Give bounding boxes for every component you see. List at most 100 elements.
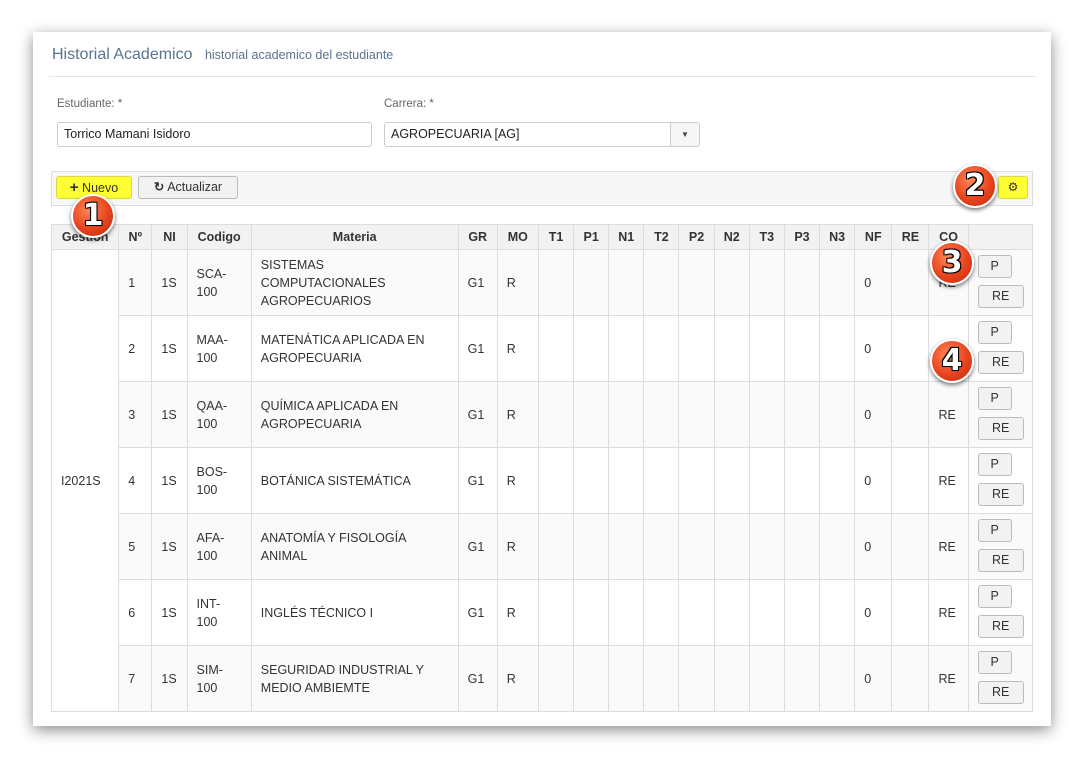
col-codigo[interactable]: Codigo [186,224,252,250]
cell-codigo: AFA- 100 [186,513,252,580]
callout-2: 2 [953,164,997,208]
col-n[interactable]: Nº [118,224,153,250]
cell-grade [573,447,610,514]
cell-grade [608,513,645,580]
cell-grade [608,315,645,382]
cell-nf: 0 [854,381,893,448]
cell-grade [537,249,575,316]
toolbar: + Nuevo ↻ Actualizar ⚙ [51,171,1033,206]
cell-grade [608,381,645,448]
callout-3: 3 [930,241,974,285]
cell-n: 7 [118,645,153,712]
student-label: Estudiante: * [57,98,123,110]
re-button[interactable]: RE [977,417,1024,440]
col-re[interactable]: RE [891,224,930,250]
cell-grade [678,447,715,514]
cell-co: RE [928,513,969,580]
p-button[interactable]: P [977,255,1012,278]
cell-grade [713,645,750,712]
cell-grade [608,645,645,712]
cell-mo: R [496,315,539,382]
p-button[interactable]: P [977,519,1012,542]
cell-grade [819,513,856,580]
cell-grade [537,381,575,448]
cell-grade [678,579,715,646]
table-row: 7 1S SIM- 100 SEGURIDAD INDUSTRIAL Y MEDIO … [52,645,1034,712]
col-n2[interactable]: N2 [713,224,750,250]
re-button[interactable]: RE [977,681,1024,704]
cell-mo: R [496,249,539,316]
cell-actions: P RE [967,513,1034,580]
p-button[interactable]: P [977,387,1012,410]
col-t3[interactable]: T3 [748,224,785,250]
p-button[interactable]: P [977,585,1012,608]
cell-grade [783,579,821,646]
cell-ni: 1S [151,513,188,580]
panel-header: Historial Academico historial academico … [52,46,393,64]
cell-ni: 1S [151,315,188,382]
cell-grade [643,513,680,580]
col-t1[interactable]: T1 [537,224,575,250]
p-button[interactable]: P [977,321,1012,344]
gear-icon: ⚙ [1007,180,1019,194]
cell-grade [819,315,856,382]
col-p3[interactable]: P3 [783,224,821,250]
cell-grade [783,315,821,382]
re-button[interactable]: RE [977,285,1024,308]
re-button[interactable]: RE [977,615,1024,638]
cell-co: RE [928,381,969,448]
re-button[interactable]: RE [977,549,1024,572]
cell-grade [608,447,645,514]
cell-gr: G1 [457,315,498,382]
cell-re [891,645,930,712]
cell-grade [748,249,785,316]
cell-grade [608,249,645,316]
re-button[interactable]: RE [977,483,1024,506]
p-button[interactable]: P [977,651,1012,674]
table-row: 4 1S BOS- 100 BOTÁNICA SISTEMÁTICA G1 R 0 RE P … [52,447,1034,514]
cell-grade [537,447,575,514]
career-selected-value: AGROPECUARIA [AG] [391,127,520,141]
table-row: 2 1S MAA- 100 MATENÁTICA APLICADA EN AGROPE… [52,315,1034,382]
col-n3[interactable]: N3 [819,224,856,250]
col-ni[interactable]: NI [151,224,188,250]
chevron-down-icon[interactable]: ▼ [670,123,699,146]
cell-grade [573,381,610,448]
callout-4: 4 [930,339,974,383]
cell-codigo: INT- 100 [186,579,252,646]
cell-actions: P RE [967,381,1034,448]
cell-materia: QUÍMICA APLICADA EN AGROPECUARIA [250,381,459,448]
cell-grade [643,447,680,514]
table-row: 5 1S AFA- 100 ANATOMÍA Y FISOLOGÍA ANIMAL G1… [52,513,1034,580]
cell-grade [748,447,785,514]
re-button[interactable]: RE [977,351,1024,374]
col-materia[interactable]: Materia [250,224,459,250]
col-mo[interactable]: MO [496,224,539,250]
cell-grade [537,315,575,382]
cell-mo: R [496,513,539,580]
cell-re [891,381,930,448]
table-header: Gestion Nº NI Codigo Materia GR MO T1 P1… [50,224,1034,250]
col-nf[interactable]: NF [854,224,893,250]
p-button[interactable]: P [977,453,1012,476]
cell-grade [783,645,821,712]
col-t2[interactable]: T2 [643,224,680,250]
refresh-button[interactable]: ↻ Actualizar [138,176,238,199]
history-table: Gestion Nº NI Codigo Materia GR MO T1 P1… [50,224,1034,712]
cell-grade [713,249,750,316]
col-n1[interactable]: N1 [608,224,645,250]
cell-materia: MATENÁTICA APLICADA EN AGROPECUARIA [250,315,459,382]
cell-grade [748,381,785,448]
student-field[interactable]: Torrico Mamani Isidoro [57,122,372,147]
cell-mo: R [496,579,539,646]
career-select[interactable]: AGROPECUARIA [AG] ▼ [384,122,700,147]
settings-button[interactable]: ⚙ [998,176,1028,199]
col-p1[interactable]: P1 [573,224,610,250]
cell-n: 1 [118,249,153,316]
col-p2[interactable]: P2 [678,224,715,250]
cell-ni: 1S [151,645,188,712]
col-gr[interactable]: GR [457,224,498,250]
cell-grade [643,645,680,712]
cell-grade [713,513,750,580]
career-label: Carrera: * [384,98,434,110]
